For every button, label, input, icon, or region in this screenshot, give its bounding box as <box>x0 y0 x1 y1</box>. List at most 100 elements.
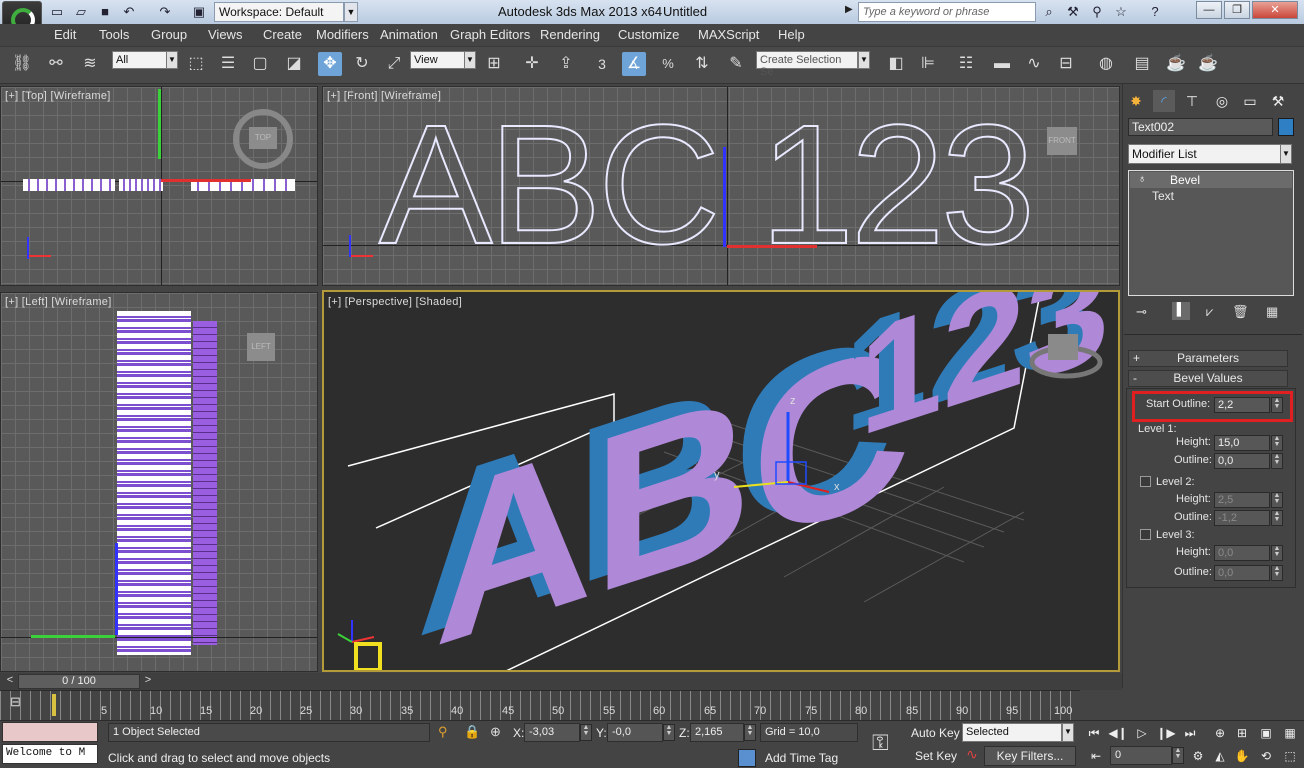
play-icon[interactable]: ▷ <box>1132 723 1152 743</box>
level3-checkbox[interactable] <box>1140 529 1151 540</box>
maxscript-mini-listener[interactable]: Welcome to M <box>2 744 98 764</box>
reference-coordinate-arrow[interactable]: ▼ <box>464 51 476 69</box>
zoom-icon[interactable]: ⊕ <box>1210 723 1230 743</box>
menu-create[interactable]: Create <box>263 27 302 42</box>
default-in-out-tangents-icon[interactable]: ∿ <box>962 746 982 766</box>
menu-rendering[interactable]: Rendering <box>540 27 600 42</box>
viewport-front[interactable]: ABC 123 FRONT <box>322 86 1120 286</box>
time-slider-prev-button[interactable]: < <box>2 674 18 689</box>
object-color-swatch[interactable] <box>1278 118 1294 136</box>
named-selection-sets-dropdown[interactable]: Create Selection Se <box>756 51 858 78</box>
communication-icon[interactable]: ⚲ <box>1088 3 1106 21</box>
menu-customize[interactable]: Customize <box>618 27 679 42</box>
subscription-icon[interactable]: ⚒ <box>1064 3 1082 21</box>
edit-named-selection-icon[interactable]: ✎ <box>724 52 748 76</box>
utilities-tab-icon[interactable]: ⚒ <box>1267 90 1289 112</box>
minimize-button[interactable]: — <box>1196 1 1222 19</box>
rollout-parameters[interactable]: + Parameters <box>1128 350 1288 367</box>
viewport-top[interactable]: TOP <box>0 86 318 286</box>
snaps-toggle-icon[interactable]: 3 <box>590 52 614 76</box>
project-folder-icon[interactable]: ▣ <box>190 3 208 21</box>
remove-modifier-icon[interactable]: 🗑 <box>1232 304 1249 320</box>
zoom-extents-all-icon[interactable]: ▦ <box>1280 723 1300 743</box>
x-coordinate-field[interactable]: -3,03 <box>524 723 580 742</box>
percent-snap-icon[interactable]: % <box>656 52 680 76</box>
make-unique-icon[interactable]: ⩗ <box>1206 304 1213 320</box>
isolate-selection-icon[interactable]: ⚲ <box>438 724 448 740</box>
modifier-list-dropdown[interactable]: Modifier List <box>1128 144 1282 164</box>
menu-views[interactable]: Views <box>208 27 242 42</box>
display-tab-icon[interactable]: ▭ <box>1239 90 1261 112</box>
mirror-icon[interactable]: ◧ <box>884 52 908 76</box>
pivot-center-icon[interactable]: ⊞ <box>482 52 506 76</box>
select-object-icon[interactable]: ⬚ <box>184 52 208 76</box>
pin-stack-icon[interactable]: ⊸ <box>1136 304 1147 320</box>
previous-frame-icon[interactable]: ◀❙ <box>1108 723 1128 743</box>
orbit-icon[interactable]: ⟲ <box>1256 746 1276 766</box>
object-name-field[interactable]: Text002 <box>1128 118 1273 136</box>
new-file-icon[interactable]: ▭ <box>48 3 66 21</box>
viewport-perspective[interactable]: ABC ABC 123 123 z y x <box>322 290 1120 672</box>
lightbulb-icon[interactable]: ♁ <box>1138 173 1146 185</box>
auto-key-button[interactable]: Auto Key <box>911 726 960 740</box>
align-icon[interactable]: ⊫ <box>916 52 940 76</box>
undo-icon[interactable]: ↶ <box>120 3 138 21</box>
select-and-scale-icon[interactable]: ⤢ <box>382 52 406 76</box>
key-filters-button[interactable]: Key Filters... <box>984 746 1076 766</box>
level3-height-spinner[interactable]: 0,0 <box>1214 545 1270 561</box>
level3-outline-spinner[interactable]: 0,0 <box>1214 565 1270 581</box>
current-frame-field[interactable]: 0 <box>1110 746 1172 765</box>
open-file-icon[interactable]: ▱ <box>72 3 90 21</box>
viewcube-left[interactable]: LEFT <box>247 333 275 361</box>
create-tab-icon[interactable]: ✸ <box>1125 90 1147 112</box>
modifier-list-arrow[interactable]: ▼ <box>1280 144 1292 164</box>
absolute-transform-icon[interactable]: ⊕ <box>490 724 501 740</box>
schematic-view-icon[interactable]: ⊟ <box>1054 52 1078 76</box>
time-slider-next-button[interactable]: > <box>140 674 156 689</box>
selection-lock-icon[interactable]: 🔒 <box>464 724 480 740</box>
time-configuration-icon[interactable]: ⚙ <box>1188 746 1208 766</box>
angle-snap-icon[interactable]: ∡ <box>622 52 646 76</box>
x-coordinate-arrows[interactable]: ▲ ▼ <box>580 724 592 741</box>
zoom-extents-icon[interactable]: ▣ <box>1256 723 1276 743</box>
level2-checkbox[interactable] <box>1140 476 1151 487</box>
graphite-ribbon-icon[interactable]: ▬ <box>990 52 1014 76</box>
menu-tools[interactable]: Tools <box>99 27 129 42</box>
key-mode-toggle-icon[interactable]: ⇤ <box>1086 746 1106 766</box>
viewcube-front[interactable]: FRONT <box>1047 127 1077 155</box>
current-frame-marker[interactable] <box>52 694 56 716</box>
reference-coordinate-dropdown[interactable]: View <box>410 51 466 69</box>
level1-outline-arrows[interactable]: ▲ ▼ <box>1271 453 1283 469</box>
maximize-viewport-icon[interactable]: ⬚ <box>1280 746 1300 766</box>
mini-curve-editor-icon[interactable]: ⊟ <box>10 694 21 710</box>
named-selection-sets-arrow[interactable]: ▼ <box>858 51 870 69</box>
unlink-icon[interactable]: ⚯ <box>44 52 68 76</box>
menu-maxscript[interactable]: MAXScript <box>698 27 759 42</box>
level1-height-spinner[interactable]: 15,0 <box>1214 435 1270 451</box>
viewport-front-label[interactable]: [+] [Front] [Wireframe] <box>327 90 441 102</box>
rollout-bevel-values[interactable]: - Bevel Values <box>1128 370 1288 387</box>
z-coordinate-arrows[interactable]: ▲ ▼ <box>744 724 756 741</box>
z-coordinate-field[interactable]: 2,165 <box>690 723 744 742</box>
hierarchy-tab-icon[interactable]: ⊤ <box>1181 90 1203 112</box>
close-button[interactable]: ✕ <box>1252 1 1298 19</box>
pan-view-icon[interactable]: ✋ <box>1232 746 1252 766</box>
time-slider-handle[interactable]: 0 / 100 <box>18 674 140 689</box>
save-file-icon[interactable]: ■ <box>96 3 114 21</box>
level1-outline-spinner[interactable]: 0,0 <box>1214 453 1270 469</box>
viewport-top-label[interactable]: [+] [Top] [Wireframe] <box>5 90 111 102</box>
zoom-all-icon[interactable]: ⊞ <box>1232 723 1252 743</box>
selection-filter-dropdown[interactable]: All <box>112 51 168 69</box>
search-expand-icon[interactable]: ▶ <box>845 4 853 15</box>
viewport-left-label[interactable]: [+] [Left] [Wireframe] <box>5 296 112 308</box>
rendered-frame-window-icon[interactable]: ☕ <box>1164 52 1188 76</box>
spinner-snap-icon[interactable]: ⇅ <box>690 52 714 76</box>
manipulate-icon[interactable]: ✛ <box>520 52 544 76</box>
start-outline-spinner[interactable]: 2,2 <box>1214 397 1270 413</box>
add-time-tag-button[interactable]: Add Time Tag <box>765 751 838 765</box>
stack-item-bevel[interactable]: ♁ Bevel <box>1130 172 1292 188</box>
level2-height-arrows[interactable]: ▲ ▼ <box>1271 492 1283 508</box>
favorites-star-icon[interactable]: ☆ <box>1112 3 1130 21</box>
link-icon[interactable]: ⛓ <box>10 52 34 76</box>
level2-outline-spinner[interactable]: -1,2 <box>1214 510 1270 526</box>
